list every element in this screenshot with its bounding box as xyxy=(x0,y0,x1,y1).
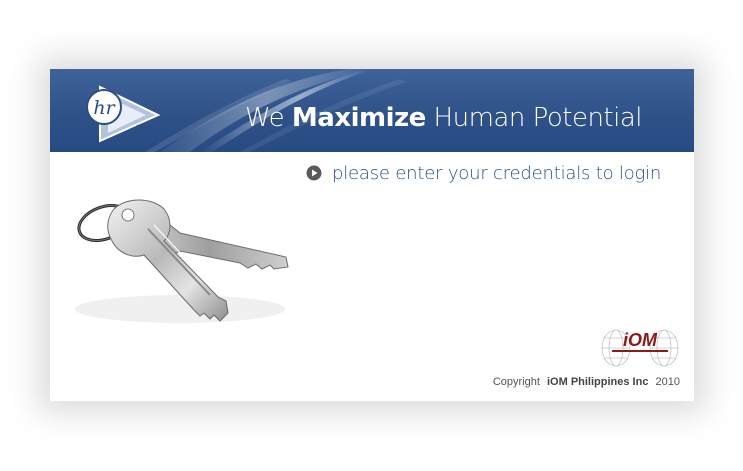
copyright-label: Copyright xyxy=(492,376,540,388)
hr-pro-logo: hr PRO xyxy=(86,85,160,143)
login-prompt[interactable]: please enter your credentials to login xyxy=(306,161,661,185)
iom-logo: iOM xyxy=(601,329,679,367)
tagline: We Maximize Human Potential xyxy=(244,103,643,133)
header-banner: hr PRO We Maximize Human Potential xyxy=(50,69,694,152)
login-prompt-text[interactable]: please enter your credentials to login xyxy=(332,163,661,184)
company-name: iOM Philippines Inc xyxy=(546,376,649,388)
copyright-year: 2010 xyxy=(655,376,680,388)
tagline-emphasis: Maximize xyxy=(291,103,426,133)
copyright-notice: Copyright iOM Philippines Inc 2010 xyxy=(493,376,680,388)
tagline-post: Human Potential xyxy=(425,103,643,133)
login-card: hr PRO We Maximize Human Potential pleas… xyxy=(50,69,694,401)
svg-text:hr: hr xyxy=(93,97,116,119)
arrow-circle-icon[interactable] xyxy=(306,165,322,181)
login-splash-page: hr PRO We Maximize Human Potential pleas… xyxy=(0,0,743,471)
svg-text:iOM: iOM xyxy=(623,330,658,350)
keys-image xyxy=(75,199,289,323)
tagline-pre: We xyxy=(244,103,292,133)
